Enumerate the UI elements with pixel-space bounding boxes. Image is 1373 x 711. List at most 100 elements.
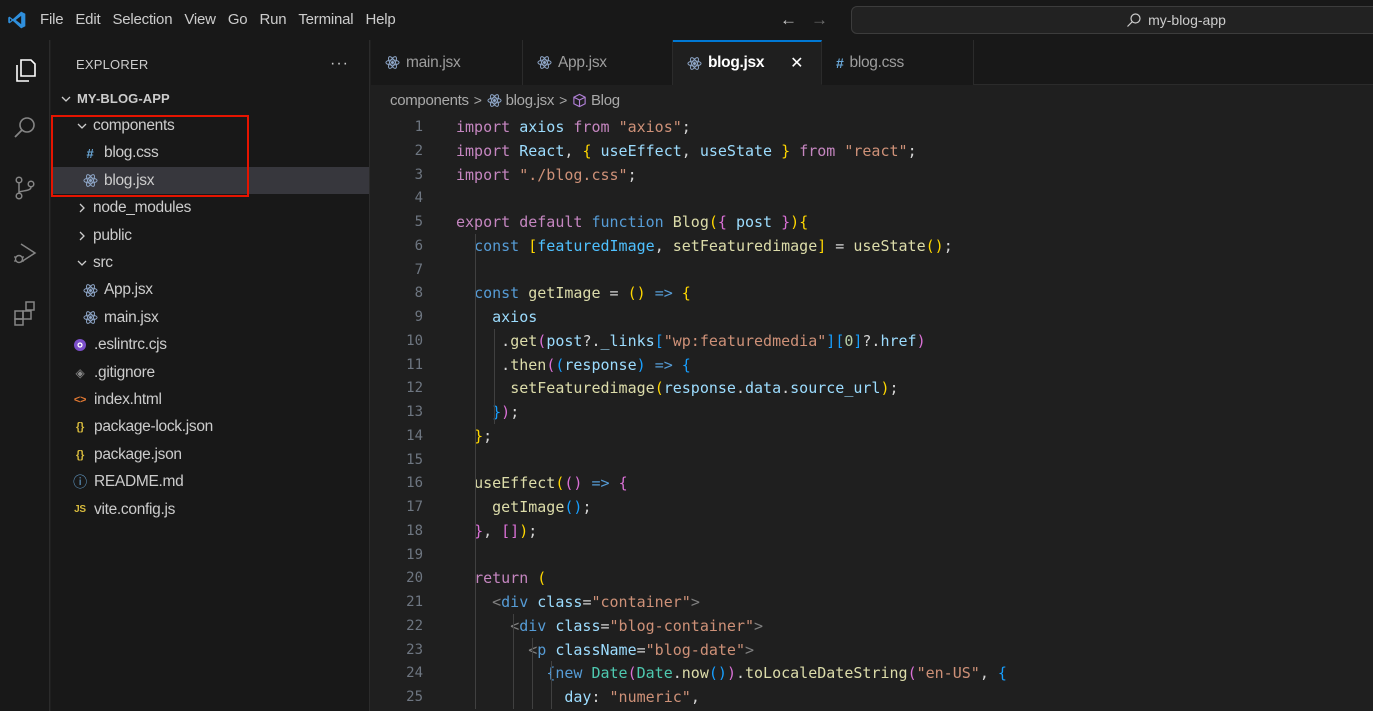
line-number: 9	[414, 309, 423, 325]
code-token: "container"	[591, 593, 691, 611]
code-token: .	[735, 664, 745, 683]
code-token: div	[519, 616, 556, 635]
forward-arrow-icon[interactable]: →	[811, 10, 828, 30]
code-token: Date	[591, 664, 628, 683]
tree-item-main-jsx[interactable]: main.jsx	[51, 304, 369, 331]
tree-item-package-json[interactable]: {} package.json	[51, 441, 369, 468]
code-token: .	[781, 379, 791, 398]
line-number: 1	[414, 119, 423, 135]
run-debug-icon[interactable]	[7, 235, 43, 271]
react-icon	[82, 173, 98, 188]
tree-item-vite-config-js[interactable]: JS vite.config.js	[51, 496, 369, 523]
code-token: ?.	[862, 331, 881, 350]
menu-item-terminal[interactable]: Terminal	[292, 0, 359, 40]
code-text: axios	[456, 305, 537, 329]
workspace-root-folder[interactable]: MY-BLOG-APP	[51, 85, 369, 112]
code-token: ,	[483, 521, 502, 540]
code-token: Blog	[672, 213, 709, 231]
line-number: 20	[406, 570, 423, 587]
menu-item-help[interactable]: Help	[359, 0, 401, 40]
code-text: setFeaturedimage(response.data.source_ur…	[456, 376, 898, 400]
extensions-icon[interactable]	[7, 295, 43, 331]
code-text: .then((response) => {	[456, 353, 691, 377]
menu-item-selection[interactable]: Selection	[106, 0, 178, 40]
tree-item-eslintrc-cjs[interactable]: .eslintrc.cjs	[51, 332, 369, 359]
code-token: >	[690, 593, 700, 611]
more-actions-icon[interactable]: ···	[330, 55, 349, 73]
tab-blog-css[interactable]: # blog.css	[822, 40, 974, 85]
code-token: (	[654, 379, 664, 398]
tree-item-label: .gitignore	[94, 363, 155, 381]
tree-item-label: README.md	[94, 473, 184, 491]
line-number: 11	[406, 356, 423, 373]
tree-item-label: App.jsx	[104, 281, 153, 299]
tree-item-label: node_modules	[93, 199, 192, 217]
chevron-down-icon	[75, 256, 89, 270]
tree-item-label: blog.css	[104, 144, 159, 162]
breadcrumb-symbol[interactable]: Blog	[591, 92, 620, 109]
code-text: }, []);	[456, 519, 537, 543]
code-token: .	[456, 331, 511, 350]
explorer-header: EXPLORER ···	[51, 40, 369, 88]
code-token: (	[537, 331, 547, 350]
search-icon[interactable]	[7, 110, 43, 146]
line-number: 14	[406, 427, 423, 444]
tree-item-app-jsx[interactable]: App.jsx	[51, 277, 369, 304]
code-line: 23 <p className="blog-date">	[371, 638, 1373, 662]
tree-item-readme-md[interactable]: ⓘ README.md	[51, 469, 369, 496]
tree-item-blog-jsx[interactable]: blog.jsx	[51, 167, 369, 195]
tab-blog-jsx[interactable]: blog.jsx ✕	[673, 40, 822, 85]
code-token: ()	[564, 498, 583, 516]
tree-item-gitignore[interactable]: ◈ .gitignore	[51, 359, 369, 386]
menu-item-view[interactable]: View	[178, 0, 221, 40]
tree-item-node-modules[interactable]: node_modules	[51, 195, 369, 222]
tree-item-public[interactable]: public	[51, 222, 369, 249]
code-token: ?.	[582, 331, 601, 350]
navigation-arrows: ← →	[780, 10, 828, 30]
tree-item-package-lock-json[interactable]: {} package-lock.json	[51, 414, 369, 441]
code-token: <	[510, 616, 520, 635]
menu-item-run[interactable]: Run	[253, 0, 292, 40]
close-icon[interactable]: ✕	[790, 53, 803, 73]
code-token: [	[528, 236, 538, 255]
source-control-icon[interactable]	[7, 170, 43, 206]
code-line: 12 setFeaturedimage(response.data.source…	[371, 376, 1373, 400]
code-line: 7	[371, 258, 1373, 282]
command-center-search[interactable]: my-blog-app	[851, 6, 1373, 34]
menu-item-file[interactable]: File	[34, 0, 69, 40]
tab-App-jsx[interactable]: App.jsx	[523, 40, 673, 85]
breadcrumb-file[interactable]: blog.jsx	[506, 92, 555, 109]
code-token: data	[745, 379, 782, 398]
code-line: 14 };	[371, 424, 1373, 448]
tree-item-components[interactable]: components	[51, 112, 369, 139]
tree-item-label: main.jsx	[104, 308, 159, 326]
breadcrumb-folder[interactable]: components	[390, 92, 469, 109]
code-token: axios	[519, 118, 574, 136]
code-token: [	[654, 331, 664, 350]
code-line: 5 export default function Blog({ post }){	[371, 210, 1373, 234]
eslint-file-icon	[72, 338, 88, 352]
code-token: React	[519, 141, 565, 160]
line-number: 6	[414, 237, 423, 254]
tree-item-src[interactable]: src	[51, 249, 369, 276]
css-file-icon: #	[86, 145, 94, 161]
code-line: 11 .then((response) => {	[371, 353, 1373, 377]
code-token: _links	[600, 331, 655, 350]
code-token: post	[735, 213, 782, 231]
line-number: 15	[406, 451, 423, 468]
back-arrow-icon[interactable]: ←	[780, 10, 797, 30]
menu-item-go[interactable]: Go	[222, 0, 254, 40]
explorer-icon[interactable]	[7, 52, 43, 88]
indent-guide	[494, 328, 495, 424]
code-token: new	[555, 664, 592, 683]
tree-item-index-html[interactable]: <> index.html	[51, 386, 369, 413]
code-token: "wp:featuredmedia"	[663, 331, 827, 350]
tree-item-blog-css[interactable]: # blog.css	[51, 140, 369, 167]
code-line: 10 .get(post?._links["wp:featuredmedia"]…	[371, 329, 1373, 353]
code-token: ;	[582, 498, 592, 516]
tab-main-jsx[interactable]: main.jsx	[371, 40, 523, 85]
line-number: 21	[406, 594, 423, 610]
menu-item-edit[interactable]: Edit	[69, 0, 106, 40]
